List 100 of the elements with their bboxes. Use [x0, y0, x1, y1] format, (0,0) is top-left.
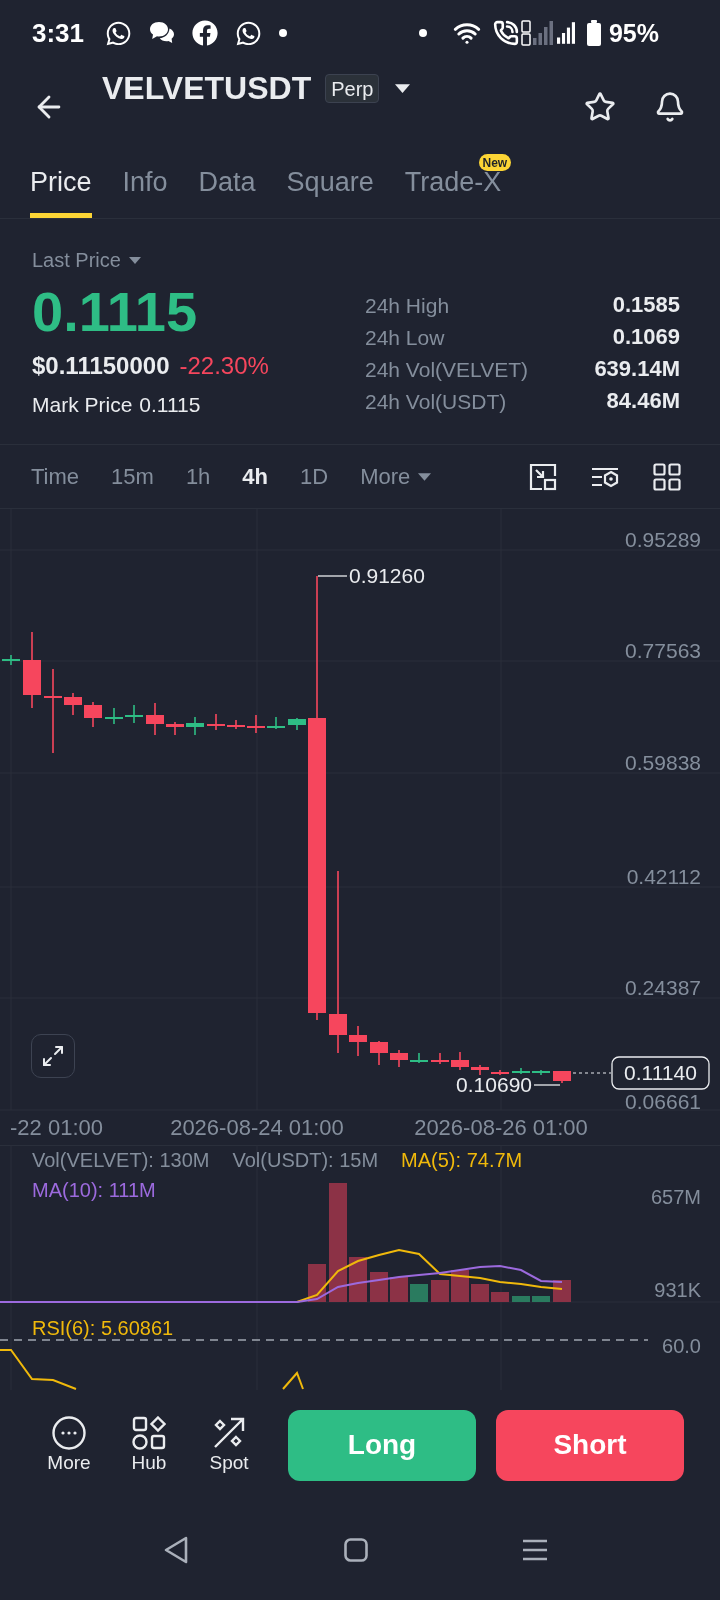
phone-chat-icon: [235, 19, 263, 47]
contract-badge: Perp: [325, 74, 380, 103]
interval-dropdown[interactable]: More: [360, 463, 432, 490]
caret-icon[interactable]: [395, 84, 411, 93]
candlestick: [288, 717, 306, 731]
interval-option[interactable]: 15m: [111, 463, 154, 490]
candlestick: [146, 702, 164, 736]
time-axis-label: -22 01:00: [10, 1115, 103, 1140]
caret-icon: [418, 472, 432, 481]
bell-icon[interactable]: [654, 91, 686, 123]
chat-bubbles-icon: [149, 21, 176, 45]
expand-icon: [41, 1044, 65, 1068]
candlestick: [451, 1051, 469, 1071]
current-price-line: [572, 1072, 612, 1074]
candlestick: [267, 716, 285, 730]
volume-legend-text: MA(10): 111M: [32, 1178, 156, 1202]
interval-option[interactable]: 1h: [185, 463, 211, 490]
candlestick: [390, 1049, 408, 1068]
candlestick: [410, 1052, 428, 1064]
caret-icon: [128, 256, 141, 264]
shortcut-button[interactable]: More: [39, 1416, 99, 1474]
symbol-title: VELVETUSDT: [102, 70, 312, 107]
volume-legend-text: Vol(USDT): 15M: [232, 1148, 379, 1172]
candlestick: [512, 1067, 530, 1075]
candlestick: [349, 1025, 367, 1057]
leader-line: [317, 575, 348, 577]
candlestick: [186, 716, 204, 736]
candlestick: [2, 654, 20, 666]
candlestick: [105, 707, 123, 725]
tab[interactable]: Info: [122, 167, 168, 198]
volume-bar: [410, 1284, 428, 1302]
candlestick: [553, 1070, 571, 1084]
battery-percentage: 95%: [608, 18, 659, 48]
letter-f-icon: [192, 20, 219, 46]
price-axis-label: 0.95289: [625, 528, 701, 551]
shortcut-button[interactable]: Spot: [199, 1416, 259, 1474]
low-price-label: 0.10690: [456, 1073, 532, 1096]
shortcut-button[interactable]: Hub: [119, 1416, 179, 1474]
signal-icon: [532, 21, 553, 45]
notification-dot-icon: [279, 29, 288, 37]
rsi-label: RSI(6): 5.60861: [32, 1317, 174, 1339]
home-icon[interactable]: [344, 1538, 368, 1562]
price-axis-label: 0.24387: [625, 976, 701, 999]
price-axis-label: 0.59838: [625, 751, 701, 774]
price-axis-label: 0.77563: [625, 639, 701, 662]
interval-option[interactable]: Time: [31, 463, 80, 490]
price-change: -22.30%: [179, 352, 269, 380]
notification-dot-icon: [418, 29, 427, 37]
volume-legend-text: Vol(VELVET): 130M: [32, 1148, 210, 1172]
volume-bar: [390, 1277, 408, 1302]
volume-bar: [532, 1296, 550, 1302]
interval-option[interactable]: 4h: [242, 463, 269, 490]
price-type-selector[interactable]: Last Price: [32, 248, 141, 272]
expand-button[interactable]: [31, 1034, 75, 1078]
candlestick: [532, 1069, 550, 1076]
signal-icon: [556, 21, 575, 45]
volume-bar: [451, 1270, 469, 1302]
volume-legend-text: MA(5): 74.7M: [401, 1148, 523, 1172]
shapes-icon: [132, 1416, 166, 1450]
phone-call-icon: [492, 20, 519, 46]
candlestick: [84, 701, 102, 728]
interval-option[interactable]: 1D: [300, 463, 329, 490]
volume-bar: [349, 1257, 367, 1302]
picture-in-picture-icon[interactable]: [529, 462, 557, 491]
leader-line: [533, 1084, 561, 1086]
volume-bar: [471, 1284, 489, 1302]
stat-value: 639.14M: [594, 356, 680, 382]
volume-bar: [491, 1292, 509, 1302]
volume-bar: [370, 1272, 388, 1302]
mark-price-label: Mark Price: [32, 392, 133, 417]
volume-axis-label: 657M: [650, 1186, 701, 1208]
stat-value: 0.1069: [612, 324, 680, 350]
candlestick: [370, 1040, 388, 1066]
rsi-axis-label: 60.0: [662, 1335, 701, 1357]
grid-icon[interactable]: [653, 462, 681, 491]
volume-axis-label: 931K: [654, 1279, 701, 1301]
time-axis-label: 2026-08-26 01:00: [414, 1115, 588, 1140]
tab[interactable]: Data: [198, 167, 256, 198]
long-button[interactable]: Long: [288, 1409, 476, 1481]
candlestick: [247, 714, 265, 734]
short-button[interactable]: Short: [496, 1409, 684, 1481]
stat-value: 84.46M: [606, 388, 680, 414]
volume-bar: [553, 1280, 571, 1302]
back-icon[interactable]: [163, 1535, 189, 1565]
menu-icon[interactable]: [523, 1539, 547, 1561]
candlestick: [431, 1052, 449, 1065]
stat-label: 24h High: [365, 292, 450, 318]
stat-label: 24h Vol(USDT): [365, 388, 507, 414]
current-price-label: 0.11140: [611, 1056, 710, 1090]
sim-slot-icon: [520, 20, 531, 46]
star-icon[interactable]: [584, 91, 616, 123]
more-icon: [52, 1416, 86, 1450]
tab[interactable]: Square: [286, 167, 374, 198]
tab[interactable]: Price: [30, 167, 92, 198]
candlestick: [207, 713, 225, 731]
usd-value: $0.11150000: [32, 352, 170, 380]
candlestick: [166, 721, 184, 736]
price-axis-label: 0.42112: [626, 865, 701, 888]
volume-bar: [431, 1280, 449, 1302]
mark-price-value: 0.1115: [139, 392, 201, 417]
